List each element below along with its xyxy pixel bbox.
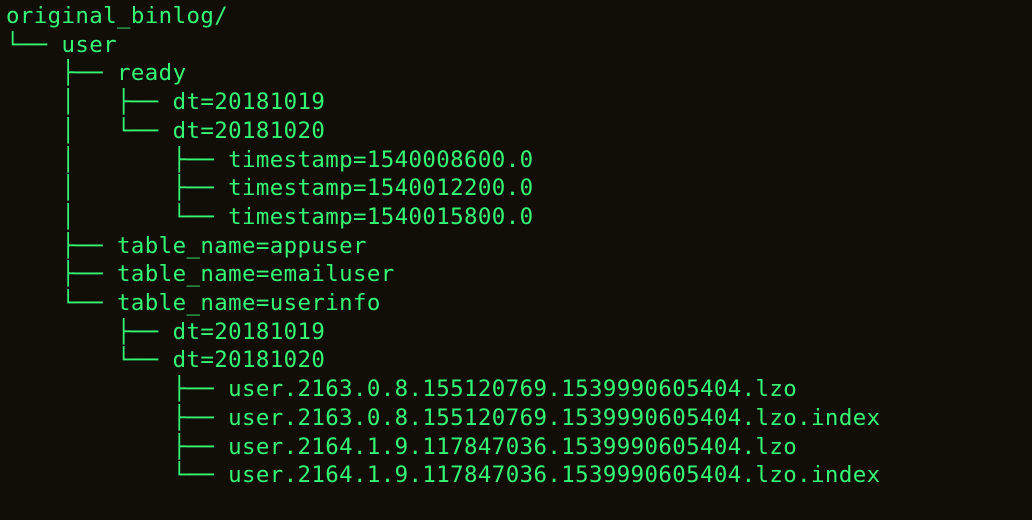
directory-tree-output: original_binlog/ └── user ├── ready │ ├─… (0, 0, 1032, 490)
